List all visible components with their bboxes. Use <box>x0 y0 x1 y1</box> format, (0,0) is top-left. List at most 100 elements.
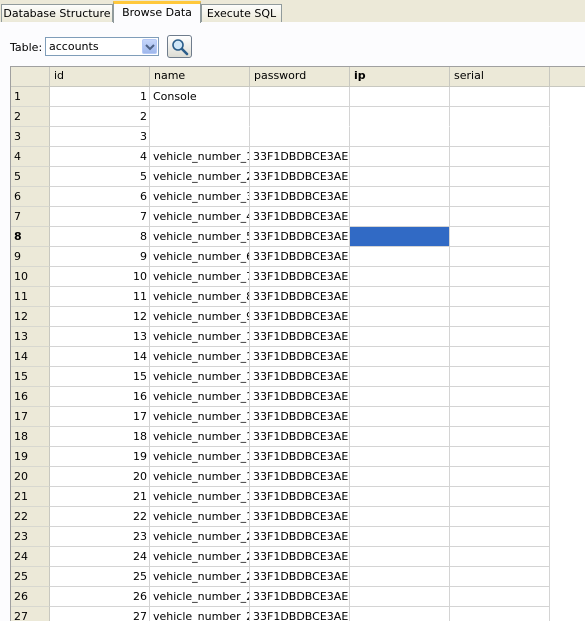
cell-id[interactable]: 15 <box>50 367 150 387</box>
cell-name[interactable]: vehicle_number_3 <box>150 187 250 207</box>
cell-name[interactable]: vehicle_number_4 <box>150 207 250 227</box>
tab-database-structure[interactable]: Database Structure <box>1 4 113 22</box>
cell-ip[interactable] <box>350 227 450 247</box>
cell-password[interactable]: 33F1DBDBCE3AE15 <box>250 247 350 267</box>
cell-ip[interactable] <box>350 147 450 167</box>
table-row[interactable]: 88vehicle_number_533F1DBDBCE3AE15 <box>11 227 551 247</box>
cell-ip[interactable] <box>350 547 450 567</box>
cell-name[interactable]: vehicle_number_10 <box>150 327 250 347</box>
row-number-cell[interactable]: 11 <box>11 287 50 307</box>
cell-id[interactable]: 24 <box>50 547 150 567</box>
row-number-cell[interactable]: 16 <box>11 387 50 407</box>
table-select[interactable]: accounts <box>45 37 159 56</box>
row-number-cell[interactable]: 23 <box>11 527 50 547</box>
cell-password[interactable]: 33F1DBDBCE3AE15 <box>250 267 350 287</box>
row-number-cell[interactable]: 26 <box>11 587 50 607</box>
row-number-cell[interactable]: 8 <box>11 227 50 247</box>
cell-serial[interactable] <box>450 287 550 307</box>
cell-password[interactable]: 33F1DBDBCE3AE15 <box>250 207 350 227</box>
cell-name[interactable]: vehicle_number_20 <box>150 527 250 547</box>
cell-name[interactable]: vehicle_number_24 <box>150 607 250 621</box>
row-number-cell[interactable]: 22 <box>11 507 50 527</box>
cell-password[interactable] <box>250 107 350 127</box>
table-row[interactable]: 2323vehicle_number_2033F1DBDBCE3AE15 <box>11 527 551 547</box>
cell-name[interactable]: vehicle_number_19 <box>150 507 250 527</box>
cell-ip[interactable] <box>350 367 450 387</box>
column-header-ip[interactable]: ip <box>350 67 450 86</box>
table-row[interactable]: 77vehicle_number_433F1DBDBCE3AE15 <box>11 207 551 227</box>
table-row[interactable]: 2020vehicle_number_1733F1DBDBCE3AE15 <box>11 467 551 487</box>
cell-password[interactable]: 33F1DBDBCE3AE15 <box>250 487 350 507</box>
cell-serial[interactable] <box>450 467 550 487</box>
cell-ip[interactable] <box>350 327 450 347</box>
table-row[interactable]: 1 1 Console <box>11 87 551 107</box>
cell-ip[interactable] <box>350 307 450 327</box>
cell-ip[interactable] <box>350 347 450 367</box>
cell-name[interactable]: vehicle_number_16 <box>150 447 250 467</box>
table-row[interactable]: 1717vehicle_number_1433F1DBDBCE3AE15 <box>11 407 551 427</box>
row-number-cell[interactable]: 12 <box>11 307 50 327</box>
tab-execute-sql[interactable]: Execute SQL <box>201 4 282 22</box>
cell-serial[interactable] <box>450 147 550 167</box>
cell-id[interactable]: 5 <box>50 167 150 187</box>
cell-ip[interactable] <box>350 607 450 621</box>
cell-ip[interactable] <box>350 507 450 527</box>
cell-password[interactable]: 33F1DBDBCE3AE15 <box>250 407 350 427</box>
column-header-serial[interactable]: serial <box>450 67 550 86</box>
cell-serial[interactable] <box>450 187 550 207</box>
cell-serial[interactable] <box>450 247 550 267</box>
cell-serial[interactable] <box>450 347 550 367</box>
cell-id[interactable]: 6 <box>50 187 150 207</box>
row-number-cell[interactable]: 17 <box>11 407 50 427</box>
cell-id[interactable]: 25 <box>50 567 150 587</box>
cell-ip[interactable] <box>350 467 450 487</box>
cell-serial[interactable] <box>450 527 550 547</box>
cell-ip[interactable] <box>350 287 450 307</box>
table-row[interactable]: 1818vehicle_number_1533F1DBDBCE3AE15 <box>11 427 551 447</box>
chevron-down-icon[interactable] <box>142 39 157 54</box>
table-row[interactable]: 44vehicle_number_133F1DBDBCE3AE15 <box>11 147 551 167</box>
cell-password[interactable]: 33F1DBDBCE3AE15 <box>250 147 350 167</box>
cell-id[interactable]: 17 <box>50 407 150 427</box>
cell-name[interactable] <box>150 127 250 147</box>
table-row[interactable]: 2222vehicle_number_1933F1DBDBCE3AE15 <box>11 507 551 527</box>
cell-serial[interactable] <box>450 407 550 427</box>
cell-serial[interactable] <box>450 367 550 387</box>
cell-ip[interactable] <box>350 247 450 267</box>
cell-password[interactable]: 33F1DBDBCE3AE15 <box>250 367 350 387</box>
cell-name[interactable]: vehicle_number_11 <box>150 347 250 367</box>
cell-ip[interactable] <box>350 527 450 547</box>
table-row[interactable]: 33 <box>11 127 551 147</box>
search-button[interactable] <box>167 35 192 58</box>
table-row[interactable]: 1010vehicle_number_733F1DBDBCE3AE15 <box>11 267 551 287</box>
table-row[interactable]: 1616vehicle_number_1333F1DBDBCE3AE15 <box>11 387 551 407</box>
cell-ip[interactable] <box>350 87 450 107</box>
column-header-id[interactable]: id <box>50 67 150 86</box>
cell-id[interactable]: 1 <box>50 87 150 107</box>
cell-serial[interactable] <box>450 387 550 407</box>
cell-ip[interactable] <box>350 407 450 427</box>
cell-serial[interactable] <box>450 507 550 527</box>
table-row[interactable]: 99vehicle_number_633F1DBDBCE3AE15 <box>11 247 551 267</box>
cell-id[interactable]: 10 <box>50 267 150 287</box>
cell-id[interactable]: 4 <box>50 147 150 167</box>
cell-id[interactable]: 19 <box>50 447 150 467</box>
cell-id[interactable]: 8 <box>50 227 150 247</box>
column-header-password[interactable]: password <box>250 67 350 86</box>
column-header-name[interactable]: name <box>150 67 250 86</box>
cell-password[interactable]: 33F1DBDBCE3AE15 <box>250 427 350 447</box>
cell-id[interactable]: 13 <box>50 327 150 347</box>
cell-serial[interactable] <box>450 227 550 247</box>
cell-password[interactable] <box>250 87 350 107</box>
cell-name[interactable]: vehicle_number_18 <box>150 487 250 507</box>
cell-serial[interactable] <box>450 107 550 127</box>
cell-password[interactable]: 33F1DBDBCE3AE15 <box>250 187 350 207</box>
cell-password[interactable]: 33F1DBDBCE3AE15 <box>250 287 350 307</box>
cell-ip[interactable] <box>350 167 450 187</box>
cell-name[interactable]: vehicle_number_5 <box>150 227 250 247</box>
row-number-cell[interactable]: 5 <box>11 167 50 187</box>
cell-serial[interactable] <box>450 127 550 147</box>
cell-name[interactable]: Console <box>150 87 250 107</box>
cell-password[interactable]: 33F1DBDBCE3AE15 <box>250 307 350 327</box>
cell-password[interactable]: 33F1DBDBCE3AE15 <box>250 327 350 347</box>
